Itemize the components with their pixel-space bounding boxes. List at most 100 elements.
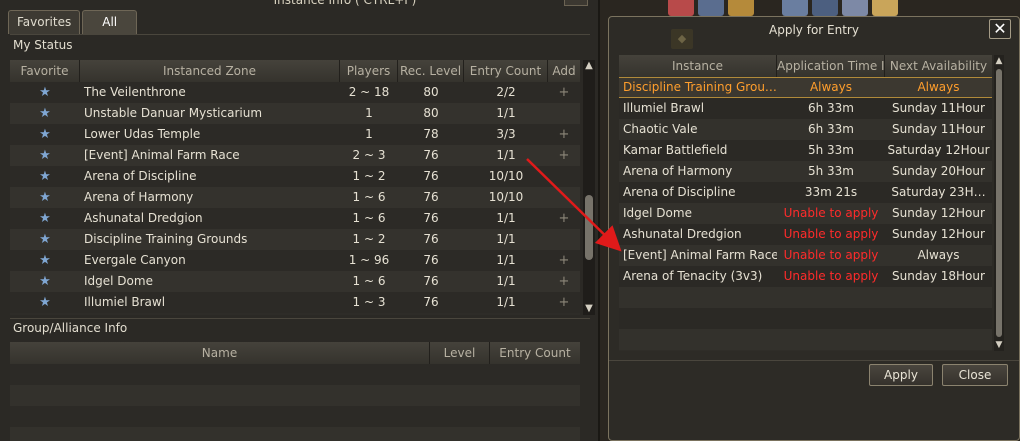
- favorite-star-cell[interactable]: ★: [10, 292, 80, 313]
- star-icon[interactable]: ★: [39, 295, 51, 310]
- add-cell[interactable]: +: [548, 271, 580, 292]
- plus-icon[interactable]: +: [559, 148, 570, 163]
- buff-icon[interactable]: [698, 0, 724, 16]
- plus-icon[interactable]: +: [559, 253, 570, 268]
- favorite-star-cell[interactable]: ★: [10, 103, 80, 124]
- col-players[interactable]: Players: [340, 60, 398, 82]
- favorite-star-cell[interactable]: ★: [10, 271, 80, 292]
- entry-count-cell: 1/1: [496, 148, 516, 162]
- col-level[interactable]: Level: [430, 342, 490, 364]
- favorite-star-cell[interactable]: ★: [10, 187, 80, 208]
- star-icon[interactable]: ★: [39, 85, 51, 100]
- add-cell[interactable]: +: [548, 250, 580, 271]
- scroll-up-arrow-icon[interactable]: ▲: [994, 55, 1004, 67]
- scroll-up-arrow-icon[interactable]: ▲: [583, 60, 595, 72]
- plus-icon[interactable]: +: [559, 127, 570, 142]
- group-row: [10, 385, 580, 406]
- apply-row[interactable]: Arena of Tenacity (3v3) Unable to apply Su…: [619, 266, 992, 287]
- table-row[interactable]: ★ Unstable Danuar Mysticarium 1 80 1/1: [10, 103, 580, 124]
- star-icon[interactable]: ★: [39, 169, 51, 184]
- apply-row[interactable]: Kamar Battlefield 5h 33m Saturday 12Hour: [619, 140, 992, 161]
- buff-icon[interactable]: [782, 0, 808, 16]
- apply-row[interactable]: Discipline Training Grou… Always Always: [619, 77, 992, 98]
- favorite-star-cell[interactable]: ★: [10, 229, 80, 250]
- apply-button[interactable]: Apply: [869, 364, 933, 386]
- plus-icon[interactable]: +: [559, 211, 570, 226]
- favorite-star-cell[interactable]: ★: [10, 82, 80, 103]
- table-row[interactable]: ★ Arena of Discipline 1 ~ 2 76 10/10: [10, 166, 580, 187]
- col-application-time[interactable]: Application Time I: [777, 55, 885, 77]
- close-button[interactable]: Close: [942, 364, 1008, 386]
- add-cell[interactable]: +: [548, 292, 580, 313]
- zone-name: Discipline Training Grounds: [84, 232, 248, 246]
- col-rec-level[interactable]: Rec. Level: [398, 60, 464, 82]
- star-icon[interactable]: ★: [39, 253, 51, 268]
- instance-table-scrollbar[interactable]: ▲ ▼: [583, 60, 595, 315]
- star-icon[interactable]: ★: [39, 148, 51, 163]
- star-icon[interactable]: ★: [39, 211, 51, 226]
- table-row[interactable]: ★ Illumiel Brawl 1 ~ 3 76 1/1 +: [10, 292, 580, 313]
- apply-row[interactable]: Illumiel Brawl 6h 33m Sunday 11Hour: [619, 98, 992, 119]
- table-row[interactable]: ★ Ashunatal Dredgion 1 ~ 6 76 1/1 +: [10, 208, 580, 229]
- buff-icon[interactable]: [728, 0, 754, 16]
- star-icon[interactable]: ★: [39, 190, 51, 205]
- col-favorite[interactable]: Favorite: [10, 60, 80, 82]
- scroll-thumb[interactable]: [996, 69, 1002, 337]
- add-cell[interactable]: +: [548, 145, 580, 166]
- entry-count-cell: 1/1: [496, 232, 516, 246]
- table-row[interactable]: ★ [Event] Animal Farm Race 2 ~ 3 76 1/1 +: [10, 145, 580, 166]
- scroll-down-arrow-icon[interactable]: ▼: [583, 303, 595, 315]
- col-group-entry-count[interactable]: Entry Count: [490, 342, 580, 364]
- table-row[interactable]: ★ Arena of Harmony 1 ~ 6 76 10/10: [10, 187, 580, 208]
- add-cell[interactable]: +: [548, 82, 580, 103]
- buff-icon[interactable]: [872, 0, 898, 16]
- zone-name: Arena of Discipline: [84, 169, 197, 183]
- star-icon[interactable]: ★: [39, 106, 51, 121]
- scroll-down-arrow-icon[interactable]: ▼: [994, 339, 1004, 351]
- group-table-header: Name Level Entry Count: [10, 342, 580, 364]
- favorite-star-cell[interactable]: ★: [10, 250, 80, 271]
- apply-row[interactable]: Idgel Dome Unable to apply Sunday 12Hour: [619, 203, 992, 224]
- table-row[interactable]: ★ Idgel Dome 1 ~ 6 76 1/1 +: [10, 271, 580, 292]
- apply-row[interactable]: Chaotic Vale 6h 33m Sunday 11Hour: [619, 119, 992, 140]
- table-row[interactable]: ★ Evergale Canyon 1 ~ 96 76 1/1 +: [10, 250, 580, 271]
- apply-row[interactable]: Ashunatal Dredgion Unable to apply Sunday …: [619, 224, 992, 245]
- star-icon[interactable]: ★: [39, 274, 51, 289]
- favorite-star-cell[interactable]: ★: [10, 208, 80, 229]
- table-row[interactable]: ★ Discipline Training Grounds 1 ~ 2 76 1/1: [10, 229, 580, 250]
- col-entry-count[interactable]: Entry Count: [464, 60, 548, 82]
- buff-icon[interactable]: [842, 0, 868, 16]
- apply-row[interactable]: [Event] Animal Farm Race Unable to apply A…: [619, 245, 992, 266]
- apply-table: Instance Application Time I Next Availab…: [619, 55, 992, 351]
- add-cell[interactable]: +: [548, 124, 580, 145]
- col-instance[interactable]: Instance: [619, 55, 777, 77]
- tab-favorites[interactable]: Favorites: [8, 10, 81, 34]
- plus-icon[interactable]: +: [559, 85, 570, 100]
- buff-icon[interactable]: [812, 0, 838, 16]
- apply-row[interactable]: Arena of Discipline 33m 21s Saturday 23H…: [619, 182, 992, 203]
- favorite-star-cell[interactable]: ★: [10, 145, 80, 166]
- close-icon[interactable]: ✕: [989, 19, 1011, 39]
- table-row[interactable]: ★ Lower Udas Temple 1 78 3/3 +: [10, 124, 580, 145]
- star-icon[interactable]: ★: [39, 232, 51, 247]
- col-add[interactable]: Add: [548, 60, 580, 82]
- table-row[interactable]: ★ The Veilenthrone 2 ~ 18 80 2/2 +: [10, 82, 580, 103]
- apply-table-scrollbar[interactable]: ▲ ▼: [994, 55, 1004, 351]
- col-instanced-zone[interactable]: Instanced Zone: [80, 60, 340, 82]
- rec-level-cell: 76: [423, 190, 439, 204]
- col-name[interactable]: Name: [10, 342, 430, 364]
- favorite-star-cell[interactable]: ★: [10, 124, 80, 145]
- scroll-thumb[interactable]: [585, 195, 593, 260]
- group-alliance-label: Group/Alliance Info: [13, 321, 128, 335]
- apply-row[interactable]: Arena of Harmony 5h 33m Sunday 20Hour: [619, 161, 992, 182]
- add-cell[interactable]: +: [548, 208, 580, 229]
- instance-name: Ashunatal Dredgion: [623, 227, 742, 241]
- buff-icon[interactable]: [668, 0, 694, 16]
- plus-icon[interactable]: +: [559, 274, 570, 289]
- col-next-availability[interactable]: Next Availability: [885, 55, 992, 77]
- plus-icon[interactable]: +: [559, 295, 570, 310]
- tab-all[interactable]: All: [82, 10, 138, 34]
- favorite-star-cell[interactable]: ★: [10, 166, 80, 187]
- star-icon[interactable]: ★: [39, 127, 51, 142]
- window-close-button[interactable]: [564, 0, 588, 6]
